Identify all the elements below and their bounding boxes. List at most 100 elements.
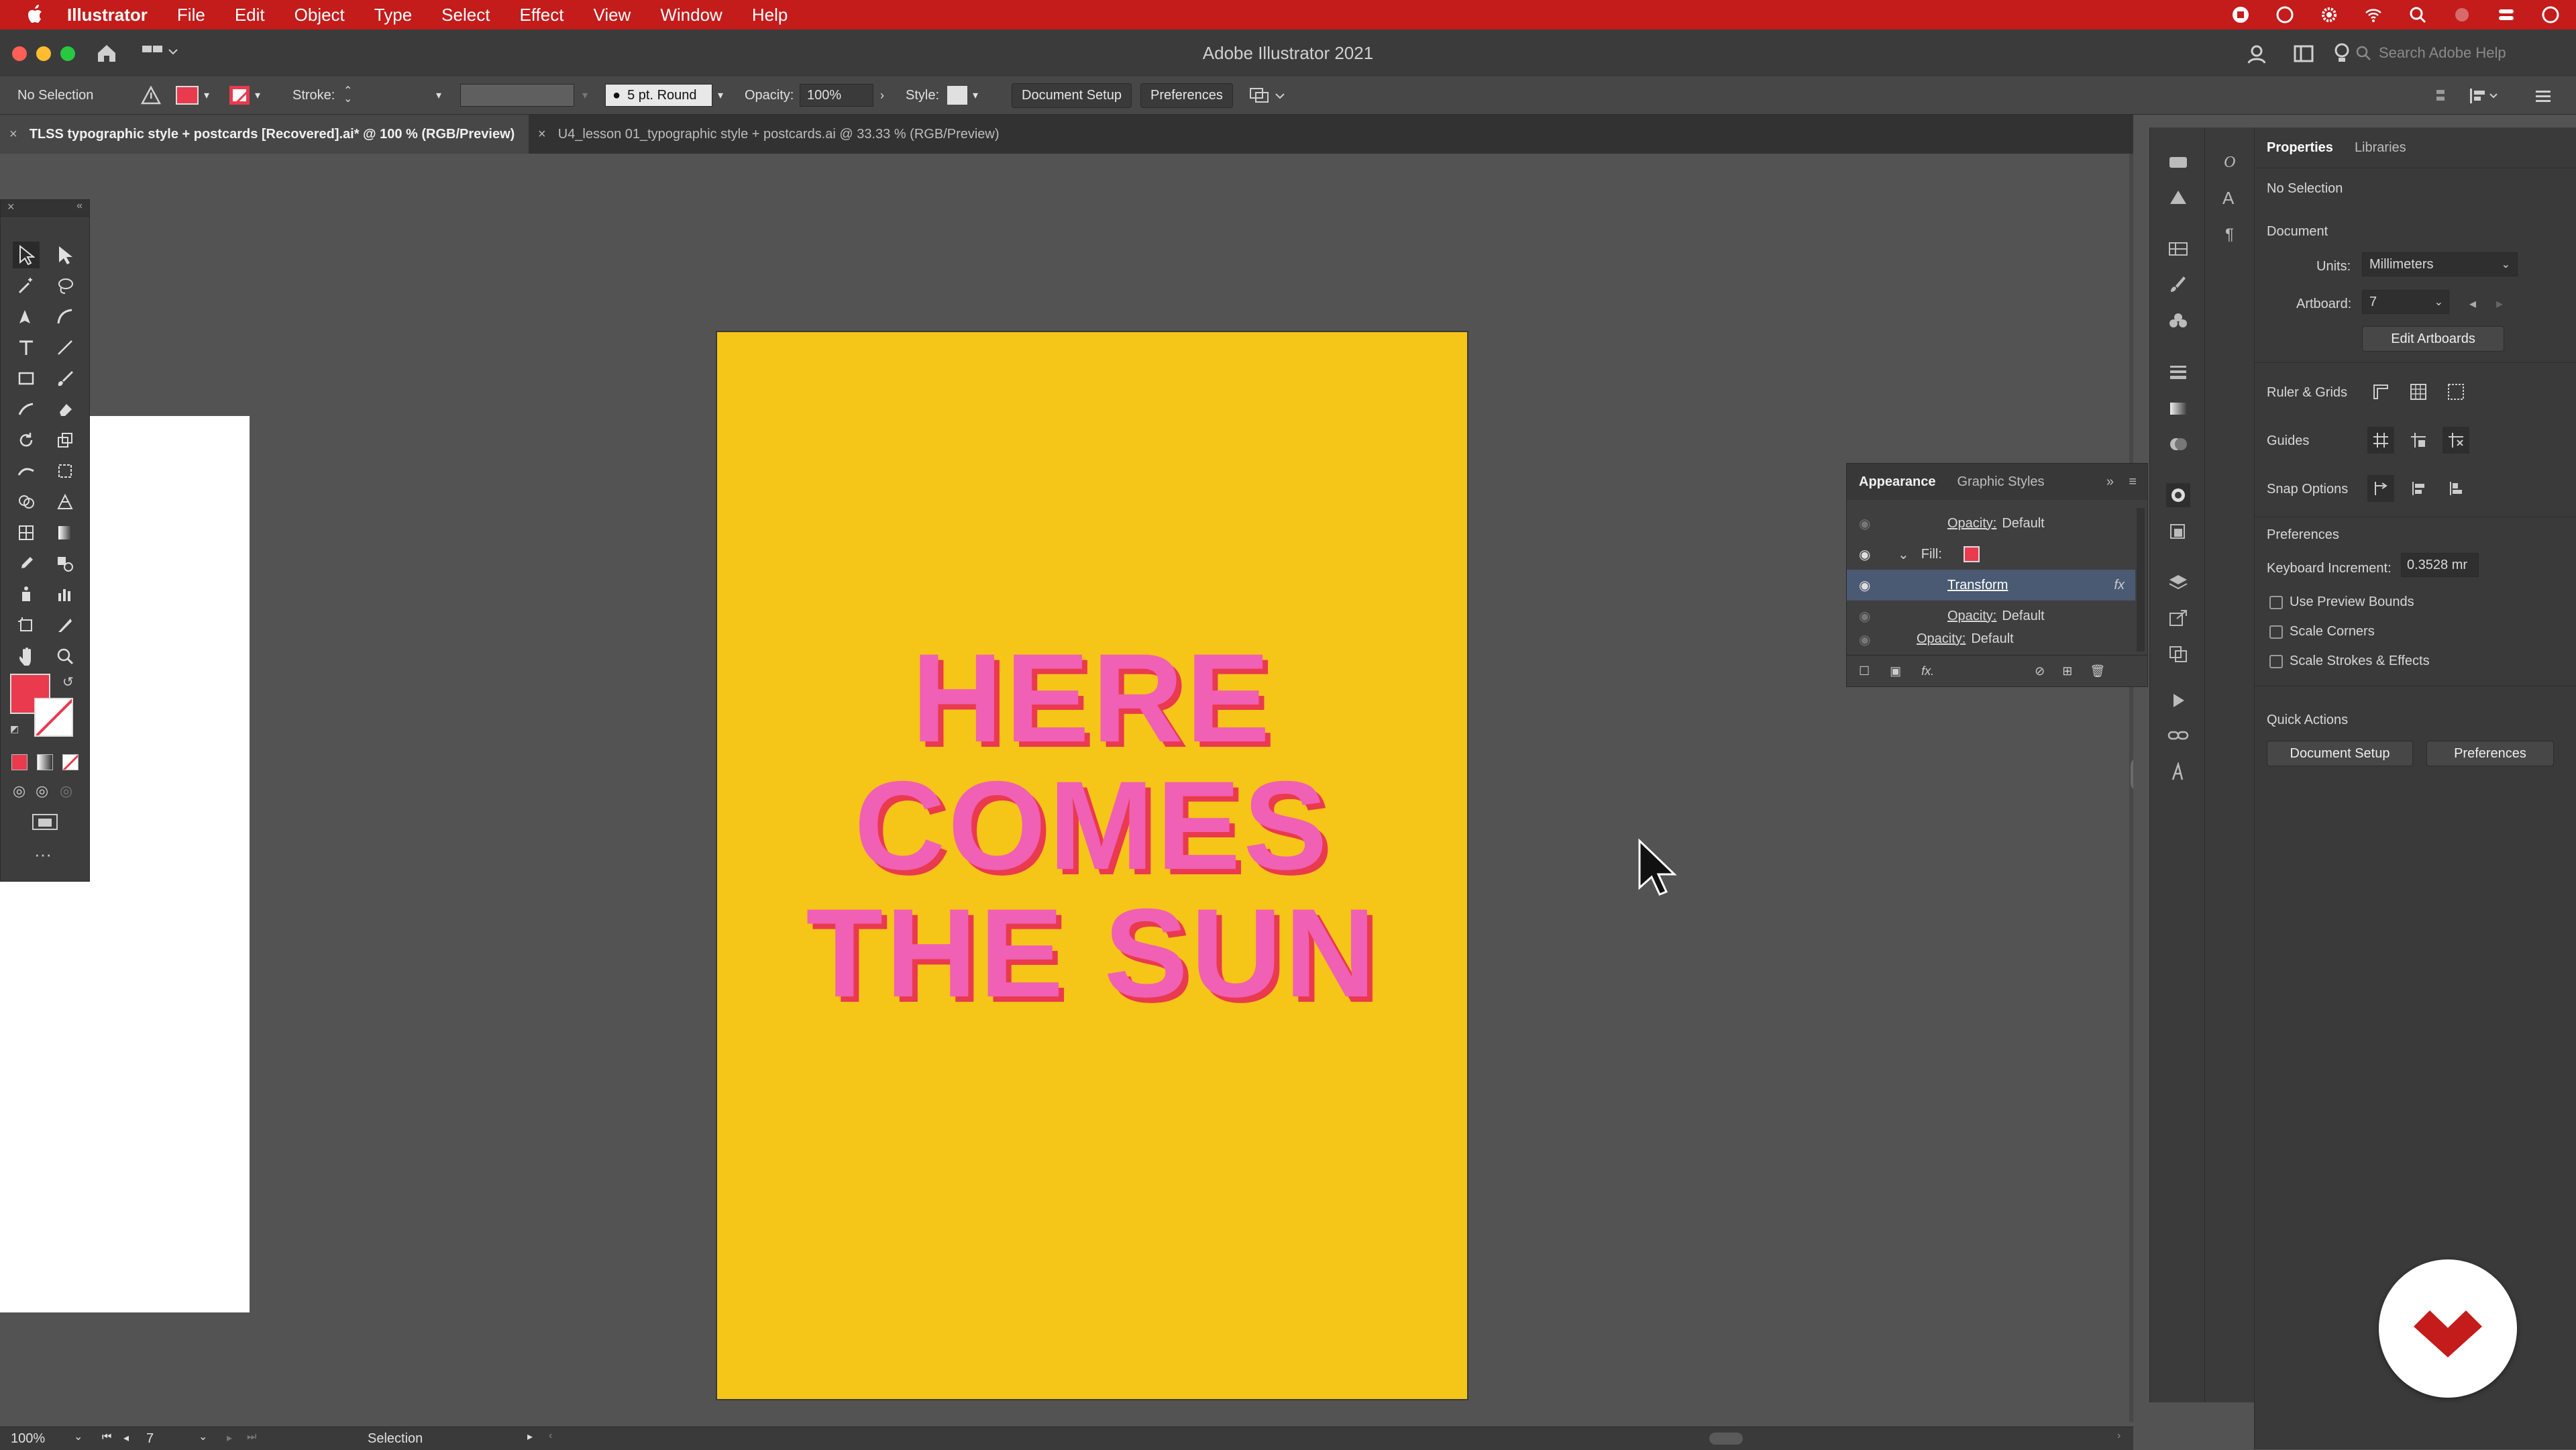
hand-tool-icon[interactable] — [13, 643, 40, 670]
poster-headline[interactable]: HERE COMES THE SUN — [717, 634, 1467, 1017]
use-preview-bounds-checkbox[interactable] — [2269, 596, 2283, 609]
column-graph-tool-icon[interactable] — [52, 581, 78, 608]
scale-corners-checkbox[interactable] — [2269, 625, 2283, 639]
spotlight-search-icon[interactable] — [2408, 5, 2427, 24]
graphic-styles-icon[interactable] — [2166, 519, 2190, 543]
opacity-link[interactable]: Opacity: — [1947, 609, 1996, 624]
swap-fill-stroke-icon[interactable]: ↺ — [62, 674, 74, 690]
stroke-swatch[interactable] — [34, 698, 73, 737]
links-icon[interactable] — [2166, 723, 2190, 747]
zoom-tool-icon[interactable] — [52, 643, 78, 670]
preferences-button[interactable]: Preferences — [2426, 741, 2554, 766]
smart-guides-icon[interactable] — [2443, 427, 2469, 454]
lasso-tool-icon[interactable] — [52, 272, 78, 299]
variable-width-profile[interactable]: ▾ — [460, 84, 588, 107]
document-setup-button[interactable]: Document Setup — [2267, 741, 2413, 766]
add-new-fill-icon[interactable]: ▣ — [1890, 664, 1901, 678]
next-artboard-icon[interactable]: ▸ — [227, 1431, 232, 1445]
default-fill-stroke-icon[interactable]: ◩ — [10, 723, 19, 735]
shape-builder-tool-icon[interactable] — [13, 488, 40, 515]
width-tool-icon[interactable] — [13, 458, 40, 484]
layers-icon[interactable] — [2166, 570, 2190, 594]
appearance-row-transform[interactable]: ◉ Transform fx — [1847, 570, 2135, 601]
gear-icon[interactable] — [2320, 5, 2339, 24]
grid-icon[interactable] — [2405, 378, 2432, 405]
units-select[interactable]: Millimeters ⌄ — [2362, 252, 2518, 276]
stroke-color-swatch[interactable]: ▾ — [229, 86, 260, 105]
menu-type[interactable]: Type — [374, 5, 412, 25]
screen-mode-icon[interactable] — [30, 812, 60, 835]
opacity-link[interactable]: Opacity: — [1947, 516, 1996, 531]
chevron-down-icon[interactable]: ⌄ — [1898, 546, 1909, 563]
menu-edit[interactable]: Edit — [235, 5, 265, 25]
export-icon[interactable] — [2166, 607, 2190, 631]
menu-effect[interactable]: Effect — [519, 5, 564, 25]
graphic-style-picker[interactable]: ▾ — [947, 86, 978, 105]
chevron-down-icon[interactable]: ⌄ — [74, 1430, 83, 1443]
chevron-down-icon[interactable]: ⌄ — [199, 1430, 207, 1443]
first-artboard-icon[interactable]: ⏮ — [102, 1431, 111, 1443]
tab-properties[interactable]: Properties — [2267, 140, 2333, 156]
brush-definition-dropdown[interactable]: ● 5 pt. Round ▾ — [605, 84, 723, 107]
opacity-value[interactable]: 100% — [800, 84, 873, 107]
expand-panel-icon[interactable]: » — [2106, 474, 2114, 490]
menu-app-name[interactable]: Illustrator — [67, 5, 148, 25]
preferences-label[interactable]: Preferences — [1140, 83, 1233, 108]
curvature-tool-icon[interactable] — [52, 303, 78, 330]
last-artboard-icon[interactable]: ⏭ — [247, 1431, 256, 1443]
panel-menu-icon[interactable]: ≡ — [2129, 474, 2137, 490]
menu-help[interactable]: Help — [752, 5, 788, 25]
rulers-icon[interactable] — [2367, 378, 2394, 405]
rotate-tool-icon[interactable] — [13, 427, 40, 454]
chevron-right-icon[interactable]: › — [880, 89, 884, 103]
keyboard-increment-field[interactable]: 0.3528 mr — [2401, 553, 2479, 577]
draw-inside-icon[interactable]: ◎ — [60, 782, 72, 800]
cc-libraries-icon[interactable] — [2166, 149, 2190, 173]
pen-tool-icon[interactable] — [13, 303, 40, 330]
snap-to-grid-icon[interactable] — [2405, 475, 2432, 502]
snap-to-pixel-icon[interactable] — [2443, 475, 2469, 502]
apple-icon[interactable] — [27, 5, 44, 25]
transparency-icon[interactable] — [2166, 432, 2190, 456]
menu-view[interactable]: View — [593, 5, 631, 25]
next-artboard-icon[interactable]: ▸ — [2496, 295, 2503, 312]
duplicate-item-icon[interactable]: ⊞ — [2062, 664, 2072, 678]
panel-menu-icon[interactable] — [2533, 87, 2553, 125]
line-segment-tool-icon[interactable] — [52, 334, 78, 361]
artboard[interactable]: HERE COMES THE SUN — [716, 331, 1468, 1400]
appearance-row-opacity[interactable]: ◉ Opacity: Default — [1847, 508, 2135, 539]
stroke-panel-icon[interactable] — [2166, 360, 2190, 384]
eraser-tool-icon[interactable] — [52, 396, 78, 423]
appearance-scrollbar[interactable] — [2137, 508, 2145, 652]
align-icon[interactable] — [2435, 87, 2455, 125]
color-mode-icon[interactable] — [11, 754, 28, 770]
close-tab-icon[interactable]: × — [9, 127, 17, 142]
clear-appearance-icon[interactable]: ⊘ — [2035, 664, 2045, 678]
creative-cloud-icon[interactable] — [2275, 5, 2294, 24]
show-guides-icon[interactable] — [2367, 427, 2394, 454]
artboard-number[interactable]: 7 — [146, 1431, 154, 1447]
delete-item-icon[interactable]: 🗑 — [2090, 664, 2105, 678]
actions-play-icon[interactable] — [2166, 688, 2190, 713]
tab-appearance[interactable]: Appearance — [1859, 474, 1936, 490]
visibility-icon[interactable]: ◉ — [1859, 515, 1870, 532]
scroll-right-icon[interactable]: › — [2117, 1430, 2121, 1442]
preferences-button[interactable]: Preferences — [1140, 76, 1233, 114]
layers-thumb-icon[interactable] — [2166, 185, 2190, 209]
mesh-tool-icon[interactable] — [13, 519, 40, 546]
vertical-scroll-thumb[interactable] — [2131, 758, 2133, 791]
artboards-icon[interactable] — [2166, 641, 2190, 666]
horizontal-scroll-thumb[interactable] — [1709, 1433, 1743, 1445]
character-icon[interactable]: A — [2218, 185, 2243, 209]
stroke-weight-stepper[interactable]: ⌃ ⌄ — [343, 76, 352, 114]
previous-artboard-icon[interactable]: ◂ — [123, 1431, 129, 1445]
fx-icon[interactable]: fx — [2114, 578, 2125, 593]
draw-behind-icon[interactable]: ◎ — [36, 782, 48, 800]
shaper-tool-icon[interactable] — [13, 396, 40, 423]
opentype-icon[interactable]: O — [2218, 149, 2243, 173]
control-center-icon[interactable] — [2497, 5, 2516, 24]
eyedropper-tool-icon[interactable] — [13, 550, 40, 577]
free-transform-tool-icon[interactable] — [52, 458, 78, 484]
menu-file[interactable]: File — [177, 5, 205, 25]
fill-swatch[interactable] — [1963, 546, 1980, 562]
